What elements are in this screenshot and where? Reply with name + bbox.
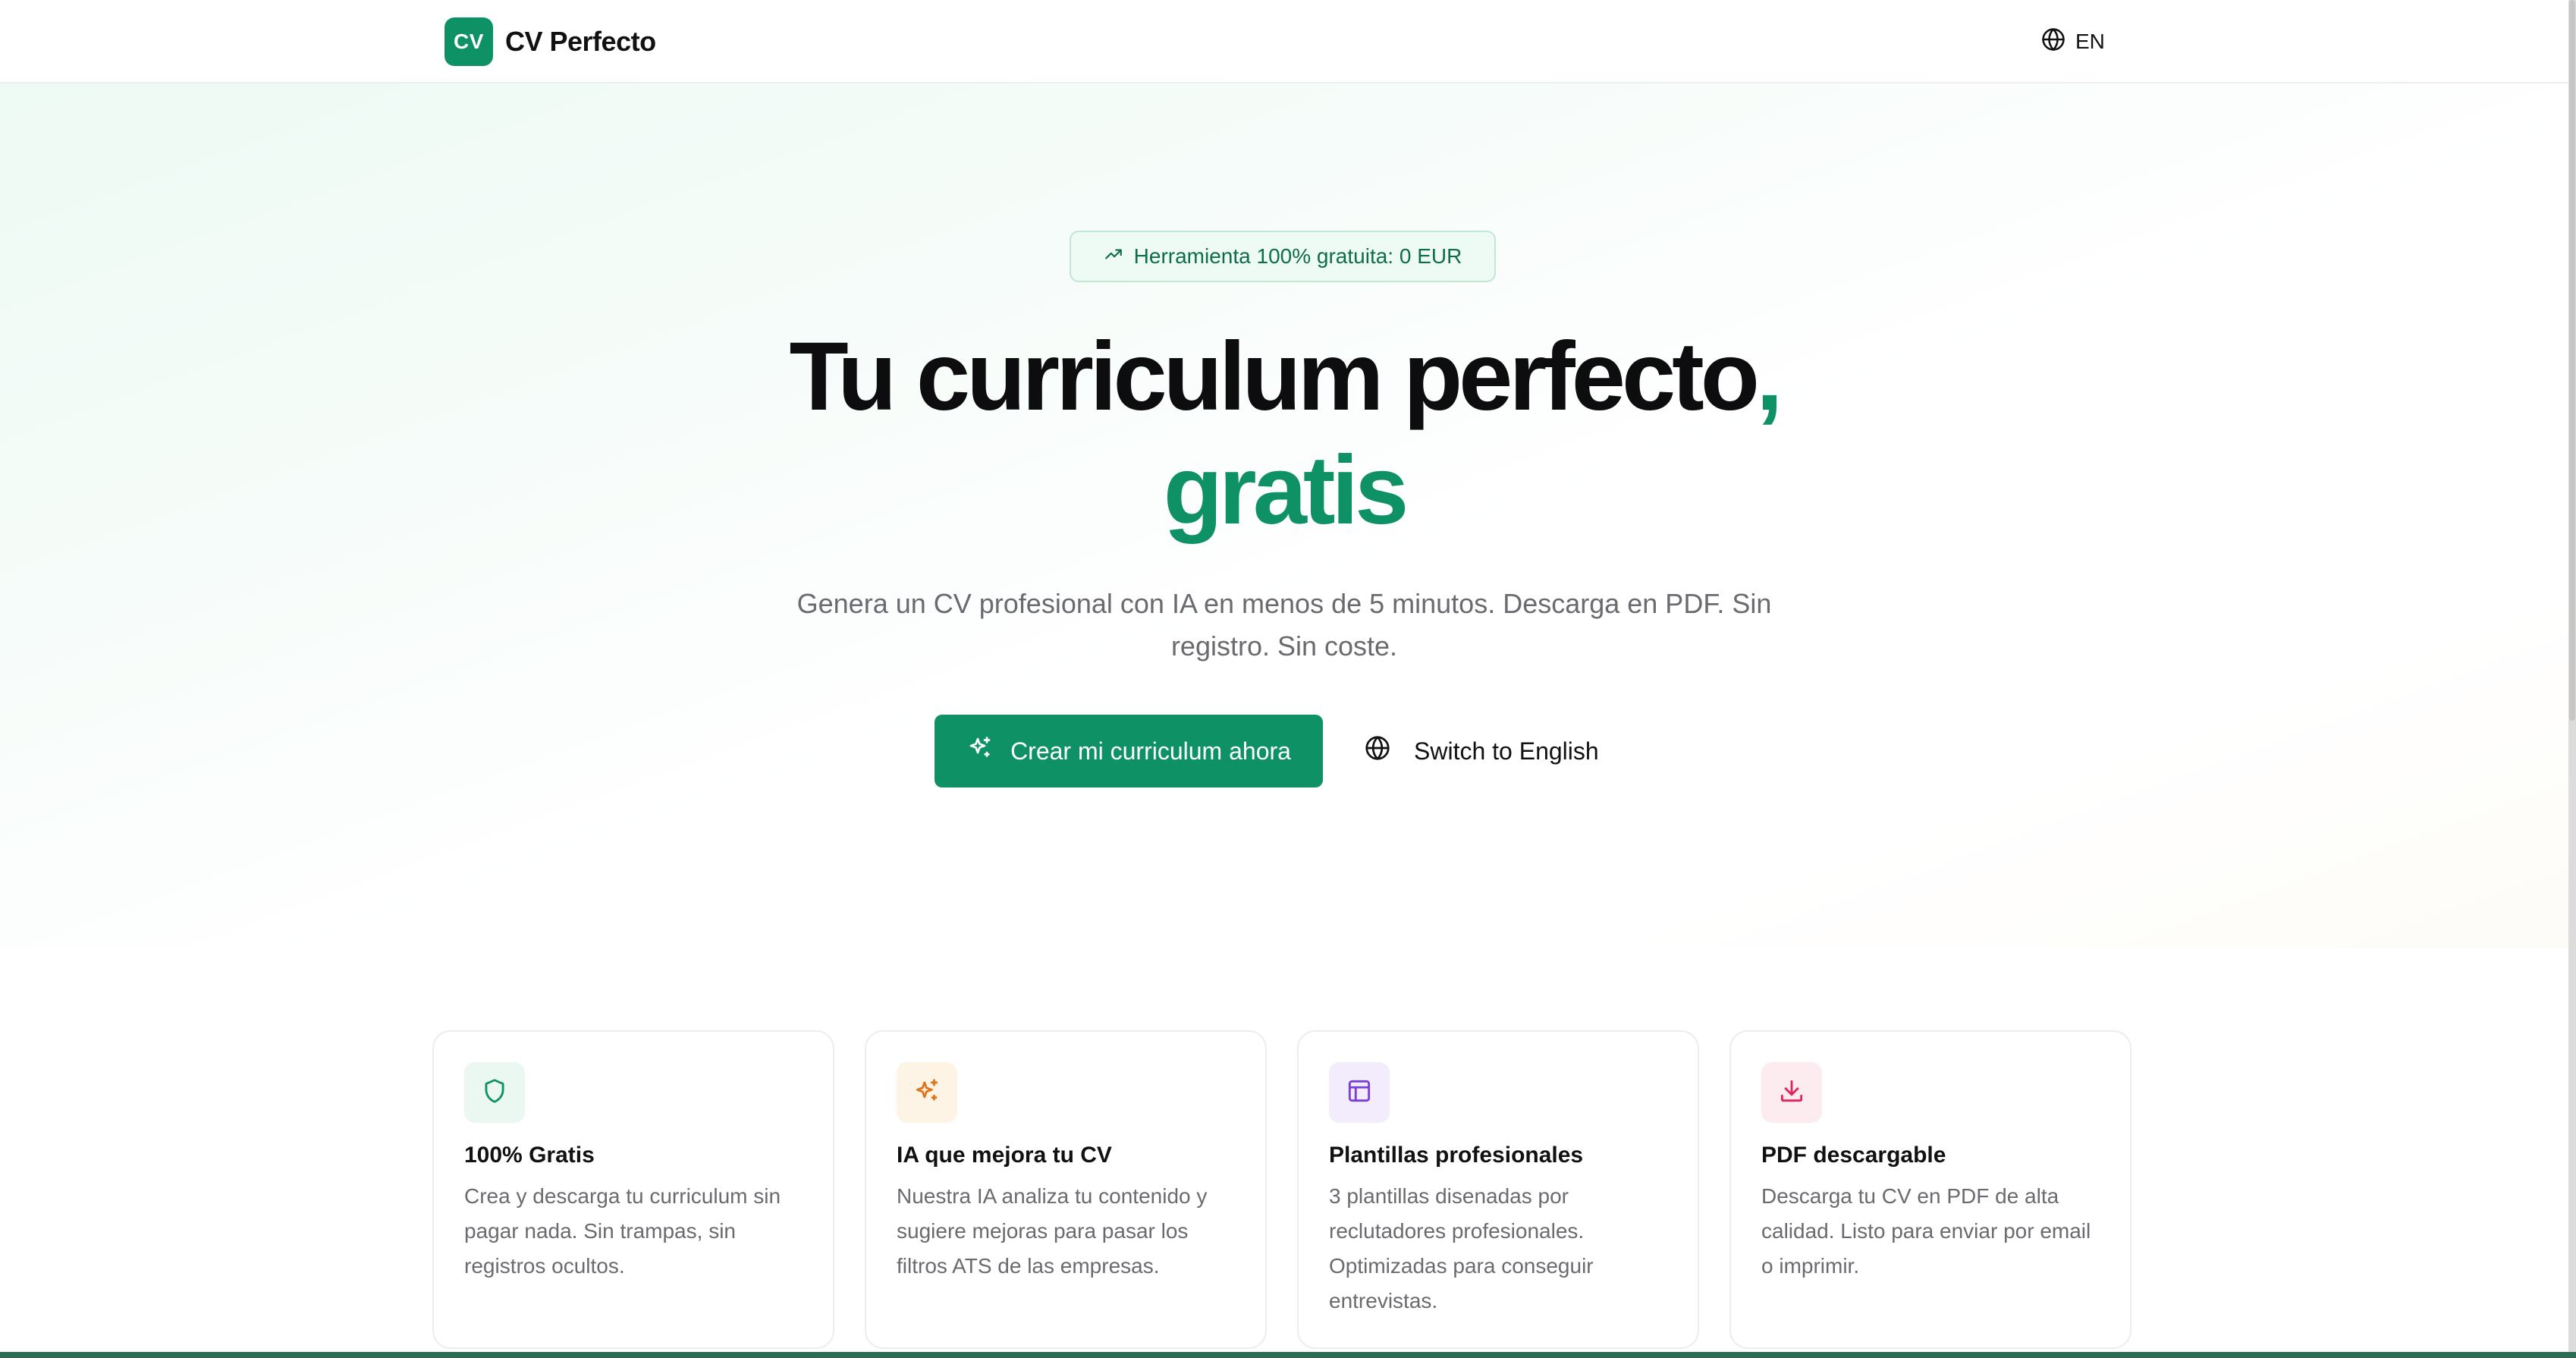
hero-subtitle: Genera un CV profesional con IA en menos… [796,588,1772,662]
logo-text: CV Perfecto [505,26,656,57]
cta-row: Crear mi curriculum ahora Switch to Engl… [935,715,1599,787]
create-cv-button-label: Crear mi curriculum ahora [1010,737,1291,765]
feature-icon-wrap [897,1062,957,1123]
feature-description: Crea y descarga tu curriculum sin pagar … [464,1184,781,1278]
globe-icon [1364,734,1391,768]
sparkles-icon [966,734,994,768]
globe-icon [2040,27,2066,58]
feature-title: 100% Gratis [464,1143,595,1168]
hero-title-main: Tu curriculum perfecto [789,322,1759,431]
hero-title-comma: , [1755,322,1783,431]
free-badge: Herramienta 100% gratuita: 0 EUR [1070,231,1496,282]
feature-card-pdf: PDF descargable Descarga tu CV en PDF de… [1729,1030,2131,1349]
feature-title: Plantillas profesionales [1329,1143,1584,1168]
feature-card-templates: Plantillas profesionales 3 plantillas di… [1297,1030,1699,1349]
feature-card-free: 100% Gratis Crea y descarga tu curriculu… [432,1030,834,1349]
logo-link[interactable]: CV CV Perfecto [445,17,656,67]
window-bottom-edge [0,1352,2576,1358]
switch-language-button[interactable]: Switch to English [1364,715,1599,787]
feature-icon-wrap [464,1062,525,1123]
feature-card-ai: IA que mejora tu CV Nuestra IA analiza t… [865,1030,1267,1349]
feature-description: Nuestra IA analiza tu contenido y sugier… [897,1184,1208,1278]
shield-icon [480,1077,509,1109]
hero-title-accent: gratis [1163,436,1409,545]
logo-mark: CV [445,17,493,66]
scrollbar-thumb[interactable] [2569,0,2575,721]
download-icon [1777,1077,1806,1109]
page: CV CV Perfecto EN Herramienta 100% gratu… [0,0,2576,1358]
feature-description: 3 plantillas disenadas por reclutadores … [1329,1184,1594,1312]
switch-language-label: Switch to English [1414,737,1599,765]
language-label: EN [2075,30,2105,53]
language-toggle-button[interactable]: EN [2040,26,2105,58]
feature-title: IA que mejora tu CV [897,1143,1112,1168]
hero-title: Tu curriculum perfecto, gratis [0,320,2568,548]
sparkles-icon [913,1077,941,1109]
hero-section: Herramienta 100% gratuita: 0 EUR Tu curr… [0,83,2568,948]
trending-up-icon [1104,244,1123,269]
feature-icon-wrap [1329,1062,1390,1123]
feature-icon-wrap [1761,1062,1822,1123]
feature-description: Descarga tu CV en PDF de alta calidad. L… [1761,1184,2091,1278]
feature-title: PDF descargable [1761,1143,1946,1168]
create-cv-button[interactable]: Crear mi curriculum ahora [935,715,1323,787]
features-grid: 100% Gratis Crea y descarga tu curriculu… [432,1030,2135,1358]
badge-text: Herramienta 100% gratuita: 0 EUR [1133,244,1462,268]
top-navbar: CV CV Perfecto EN [0,0,2568,83]
layout-icon [1345,1077,1374,1109]
